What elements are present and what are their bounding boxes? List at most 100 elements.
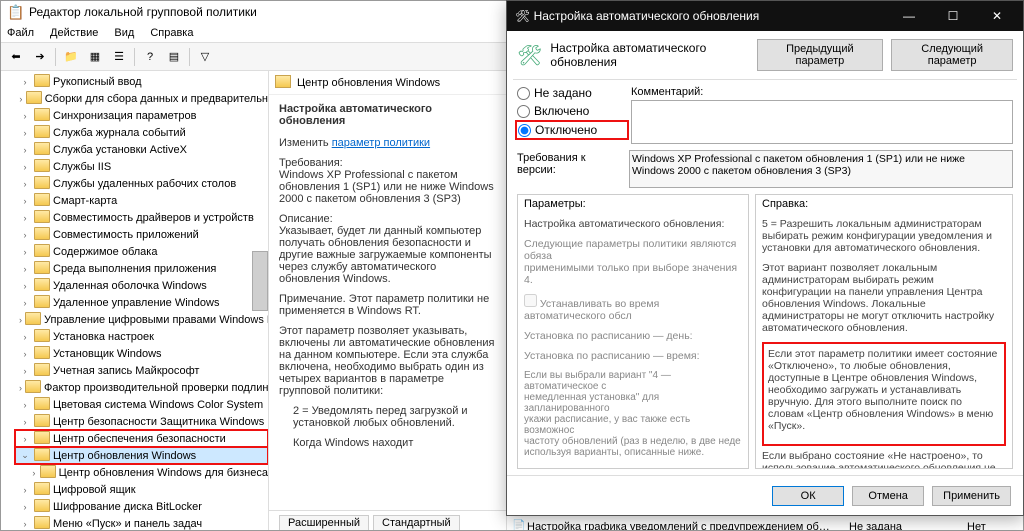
close-button[interactable]: ✕: [975, 1, 1019, 31]
menu-action[interactable]: Действие: [50, 27, 98, 39]
parameters-heading: Параметры:: [518, 195, 748, 212]
tree-toggle-icon[interactable]: ›: [19, 145, 31, 155]
tree-item[interactable]: ›Шифрование диска BitLocker: [15, 498, 268, 515]
detail-view-button[interactable]: ☰: [108, 46, 130, 68]
tree-item[interactable]: ›Совместимость приложений: [15, 226, 268, 243]
tree-toggle-icon[interactable]: ›: [19, 519, 31, 529]
radio-enabled[interactable]: Включено: [517, 104, 627, 118]
tree-item[interactable]: ›Службы IIS: [15, 158, 268, 175]
tab-standard[interactable]: Стандартный: [373, 515, 460, 530]
filter-button[interactable]: ▽: [194, 46, 216, 68]
setting-icon: [511, 519, 527, 531]
radio-disabled[interactable]: Отключено: [517, 122, 627, 138]
tree-item-label: Установщик Windows: [53, 348, 162, 360]
help-button[interactable]: ?: [139, 46, 161, 68]
maximize-button[interactable]: ☐: [931, 1, 975, 31]
tree-item[interactable]: ›Синхронизация параметров: [15, 107, 268, 124]
tree-toggle-icon[interactable]: ›: [19, 111, 31, 121]
tree-item[interactable]: ⌄Центр обновления Windows: [15, 447, 268, 464]
tree-toggle-icon[interactable]: ›: [19, 179, 31, 189]
menu-help[interactable]: Справка: [150, 27, 193, 39]
cancel-button[interactable]: Отмена: [852, 486, 924, 506]
tree-item[interactable]: ›Цифровой ящик: [15, 481, 268, 498]
folder-icon: [34, 108, 50, 124]
ok-button[interactable]: ОК: [772, 486, 844, 506]
tree-item[interactable]: ›Службы удаленных рабочих столов: [15, 175, 268, 192]
next-setting-button[interactable]: Следующий параметр: [891, 39, 1013, 71]
tree-item[interactable]: ›Совместимость драйверов и устройств: [15, 209, 268, 226]
tree-item[interactable]: ›Рукописный ввод: [15, 73, 268, 90]
tree-item[interactable]: ›Сборки для сбора данных и предварительн: [15, 90, 268, 107]
tree-item[interactable]: ›Содержимое облака: [15, 243, 268, 260]
tree-toggle-icon[interactable]: ›: [19, 332, 31, 342]
tree-item-label: Служба установки ActiveX: [53, 144, 187, 156]
tree-item[interactable]: ›Фактор производительной проверки подлин…: [15, 379, 268, 396]
tree-toggle-icon[interactable]: ›: [19, 383, 22, 393]
tree-toggle-icon[interactable]: ›: [31, 468, 37, 478]
forward-button[interactable]: ➔: [29, 46, 51, 68]
param-line: Установка по расписанию — день:: [524, 330, 742, 342]
comment-textarea[interactable]: [631, 100, 1013, 144]
list-view-button[interactable]: ▦: [84, 46, 106, 68]
up-button[interactable]: 📁: [60, 46, 82, 68]
folder-icon: [34, 414, 50, 430]
tree-item[interactable]: ›Среда выполнения приложения: [15, 260, 268, 277]
tree-item[interactable]: › Служба установки ActiveX: [15, 141, 268, 158]
tree-toggle-icon[interactable]: ›: [19, 94, 23, 104]
tree-toggle-icon[interactable]: ›: [19, 247, 31, 257]
setting-icon: 🛠: [517, 41, 542, 69]
dialog-subtitle: Настройка автоматического обновления: [550, 41, 748, 69]
tree-toggle-icon[interactable]: ›: [19, 77, 31, 87]
tree-toggle-icon[interactable]: ›: [19, 417, 31, 427]
tree-toggle-icon[interactable]: ›: [19, 281, 31, 291]
export-button[interactable]: ▤: [163, 46, 185, 68]
tree-item[interactable]: ›Центр безопасности Защитника Windows: [15, 413, 268, 430]
tree-toggle-icon[interactable]: ⌄: [19, 450, 31, 461]
folder-icon: [34, 516, 50, 531]
tree-item[interactable]: ›Смарт-карта: [15, 192, 268, 209]
tree-toggle-icon[interactable]: ›: [19, 366, 31, 376]
edit-param-link[interactable]: параметр политики: [332, 137, 430, 149]
tree-toggle-icon[interactable]: ›: [19, 264, 31, 274]
menu-file[interactable]: Файл: [7, 27, 34, 39]
back-button[interactable]: ⬅: [5, 46, 27, 68]
tree-toggle-icon[interactable]: ›: [19, 298, 31, 308]
tree-toggle-icon[interactable]: ›: [19, 128, 31, 138]
tree-toggle-icon[interactable]: ›: [19, 502, 31, 512]
list-row[interactable]: Настройка графика уведомлений с предупре…: [507, 518, 1023, 530]
tree-item[interactable]: ›Установка настроек: [15, 328, 268, 345]
tree-toggle-icon[interactable]: ›: [19, 196, 31, 206]
folder-icon: [34, 176, 50, 192]
apply-button[interactable]: Применить: [932, 486, 1011, 506]
tree-item[interactable]: ›Центр обеспечения безопасности: [15, 430, 268, 447]
menu-view[interactable]: Вид: [114, 27, 134, 39]
tree-item[interactable]: ›Удаленная оболочка Windows: [15, 277, 268, 294]
comment-label: Комментарий:: [631, 86, 1013, 98]
prev-setting-button[interactable]: Предыдущий параметр: [757, 39, 884, 71]
tree-item[interactable]: › Установщик Windows: [15, 345, 268, 362]
tree-scrollbar[interactable]: [252, 251, 268, 311]
tree-item[interactable]: ›Цветовая система Windows Color System: [15, 396, 268, 413]
minimize-button[interactable]: —: [887, 1, 931, 31]
tree-toggle-icon[interactable]: ›: [19, 315, 22, 325]
tree-toggle-icon[interactable]: ›: [19, 434, 31, 444]
tree-item[interactable]: ›Служба журнала событий: [15, 124, 268, 141]
tree-item[interactable]: ›Управление цифровыми правами Windows M: [15, 311, 268, 328]
tree-toggle-icon[interactable]: ›: [19, 230, 31, 240]
row-name: Настройка графика уведомлений с предупре…: [527, 521, 845, 531]
tree-toggle-icon[interactable]: ›: [19, 162, 31, 172]
radio-not-configured[interactable]: Не задано: [517, 86, 627, 100]
requirements-textarea[interactable]: [629, 150, 1013, 188]
tree-pane[interactable]: ›Рукописный ввод›Сборки для сбора данных…: [1, 71, 269, 530]
tree-toggle-icon[interactable]: ›: [19, 400, 31, 410]
dialog-title-bar[interactable]: 🛠 Настройка автоматического обновления —…: [507, 1, 1023, 31]
tree-toggle-icon[interactable]: ›: [19, 213, 31, 223]
tab-extended[interactable]: Расширенный: [279, 515, 369, 530]
tree-item[interactable]: ›Меню «Пуск» и панель задач: [15, 515, 268, 530]
tree-toggle-icon[interactable]: ›: [19, 485, 31, 495]
tree-item[interactable]: ›Учетная запись Майкрософт: [15, 362, 268, 379]
tree-item[interactable]: ›Удаленное управление Windows: [15, 294, 268, 311]
tree-item[interactable]: ›Центр обновления Windows для бизнеса: [27, 464, 268, 481]
tree-toggle-icon[interactable]: ›: [19, 349, 31, 359]
folder-icon: [34, 482, 50, 498]
